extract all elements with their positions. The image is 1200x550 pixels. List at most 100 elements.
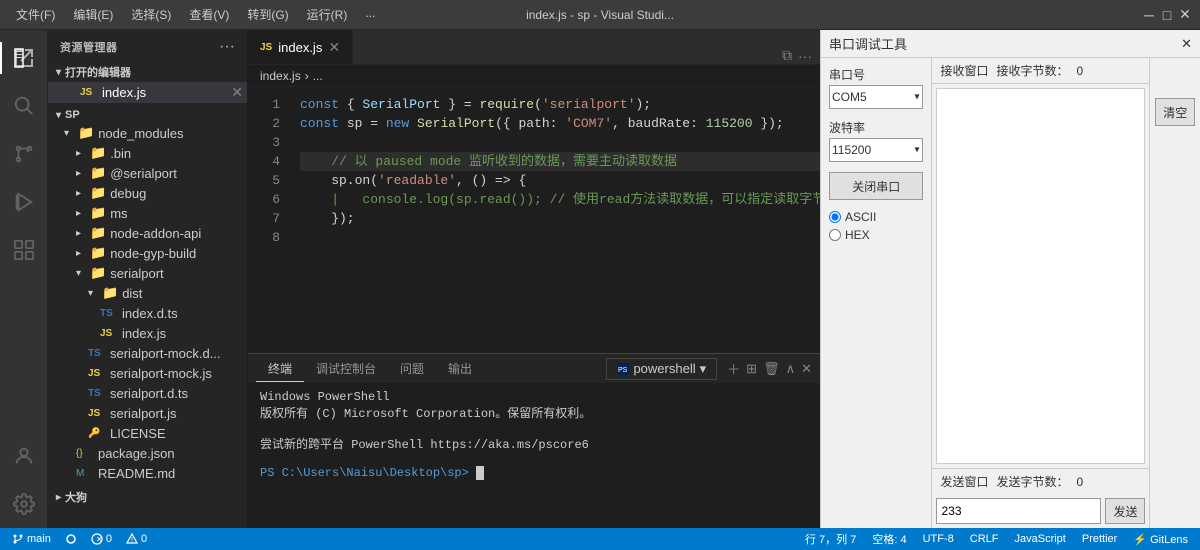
sidebar-item-node-modules[interactable]: ▾ 📁 node_modules [48,123,247,143]
close-port-button[interactable]: 关闭串口 [829,172,923,200]
code-content[interactable]: const { SerialPort } = require('serialpo… [288,87,820,353]
line-numbers: 1 2 3 4 5 6 7 8 [248,87,288,353]
account-icon[interactable] [0,432,48,480]
panel-tab-terminal[interactable]: 终端 [256,356,304,382]
sidebar-item-bin[interactable]: ▸ 📁 .bin [48,143,247,163]
search-icon[interactable] [0,82,48,130]
run-icon[interactable] [0,178,48,226]
status-spaces[interactable]: 空格: 4 [868,531,910,547]
hex-radio[interactable] [829,229,841,241]
port-select[interactable]: COM5 COM1 COM2 COM3 COM4 COM6 COM7 [829,85,923,109]
menu-view[interactable]: 查看(V) [181,4,237,25]
menu-goto[interactable]: 转到(G) [239,4,296,25]
sidebar-item-node-gyp-build[interactable]: ▸ 📁 node-gyp-build [48,243,247,263]
status-prettier[interactable]: Prettier [1078,533,1121,545]
more-actions-button[interactable]: ··· [798,48,812,64]
sidebar-item-dist-index-js[interactable]: JS index.js [48,323,247,343]
send-label: 发送窗口 [940,473,988,490]
sidebar-item-debug[interactable]: ▸ 📁 debug [48,183,247,203]
terminal-prompt-line[interactable]: PS C:\Users\Naisu\Desktop\sp> [260,466,808,480]
menu-run[interactable]: 运行(R) [299,4,356,25]
status-cursor[interactable]: 行 7，列 7 [801,531,860,547]
status-encoding[interactable]: UTF-8 [919,533,958,545]
sidebar-item-sp-d-ts[interactable]: TS serialport.d.ts [48,383,247,403]
sidebar-item-node-addon-api[interactable]: ▸ 📁 node-addon-api [48,223,247,243]
ascii-radio-label[interactable]: ASCII [829,210,923,224]
folder-icon: 📁 [90,265,106,281]
close-button[interactable]: ✕ [1178,8,1192,22]
explorer-icon[interactable] [0,34,48,82]
sp-header[interactable]: ▾ SP [48,107,247,123]
folder-arrow: ▾ [76,268,88,279]
hex-radio-label[interactable]: HEX [829,228,923,242]
open-editors-header[interactable]: ▾ 打开的编辑器 [48,62,247,82]
split-terminal-button[interactable]: ⊞ [746,361,757,377]
maximize-panel-button[interactable]: ∧ [786,361,796,377]
sidebar-item-serialport-scope[interactable]: ▸ 📁 @serialport [48,163,247,183]
status-errors[interactable]: ✕ 0 [87,533,116,545]
menu-select[interactable]: 选择(S) [123,4,179,25]
sidebar-item-sp-js[interactable]: JS serialport.js [48,403,247,423]
terminal-cursor [476,466,484,480]
sidebar-item-ms[interactable]: ▸ 📁 ms [48,203,247,223]
tab-close-button[interactable]: ✕ [328,39,340,56]
sidebar-item-license[interactable]: 🔑 LICENSE [48,423,247,443]
close-panel-button[interactable]: ✕ [801,361,812,377]
menu-edit[interactable]: 编辑(E) [65,4,121,25]
ascii-radio[interactable] [829,211,841,223]
receive-area[interactable] [936,88,1145,464]
status-gitlens[interactable]: ⚡ GitLens [1129,533,1192,546]
status-eol[interactable]: CRLF [966,533,1003,545]
add-terminal-button[interactable]: ＋ [727,359,740,378]
minimize-button[interactable]: ─ [1142,8,1156,22]
code-editor[interactable]: 1 2 3 4 5 6 7 8 const { SerialPort } = r… [248,87,820,353]
delete-terminal-button[interactable]: 🗑 [763,361,780,377]
shell-selector[interactable]: PS powershell ▾ [606,358,717,380]
status-language[interactable]: JavaScript [1011,533,1070,545]
panel-tab-output[interactable]: 输出 [436,356,484,381]
sidebar-item-package-json[interactable]: {} package.json [48,443,247,463]
folder-label: dist [122,286,142,301]
ts-file-icon: TS [88,345,106,361]
open-editor-index-js[interactable]: JS index.js ✕ [48,82,247,103]
open-editors-label: 打开的编辑器 [65,64,131,80]
sidebar-more-button[interactable]: ··· [219,38,235,56]
editor-tab-index-js[interactable]: JS index.js ✕ [248,30,353,64]
send-input[interactable] [936,498,1101,524]
maximize-button[interactable]: □ [1160,8,1174,22]
split-editor-button[interactable]: ⧉ [782,47,792,64]
serial-panel-close[interactable]: ✕ [1181,36,1192,52]
menu-file[interactable]: 文件(F) [8,4,63,25]
folder-label: debug [110,186,146,201]
folder-icon: 📁 [90,205,106,221]
extensions-icon[interactable] [0,226,48,274]
panel-tab-problems[interactable]: 问题 [388,356,436,381]
code-line-7: }); [300,209,820,228]
panel-tab-debug-console[interactable]: 调试控制台 [304,356,388,381]
terminal-line-3 [260,421,808,435]
terminal-content[interactable]: Windows PowerShell 版权所有 (C) Microsoft Co… [248,384,820,528]
status-sync[interactable] [61,533,81,545]
menu-more[interactable]: ... [357,4,383,25]
baud-section: 波特率 115200 9600 19200 38400 57600 230400 [829,119,923,162]
sidebar-item-sp-mock-d-ts[interactable]: TS serialport-mock.d... [48,343,247,363]
sidebar-item-serialport[interactable]: ▾ 📁 serialport [48,263,247,283]
dagou-header[interactable]: ▸ 大狗 [48,487,247,507]
baud-select[interactable]: 115200 9600 19200 38400 57600 230400 [829,138,923,162]
sidebar-item-readme[interactable]: M README.md [48,463,247,483]
breadcrumb-item[interactable]: ... [313,69,323,83]
sidebar-item-index-d-ts[interactable]: TS index.d.ts [48,303,247,323]
breadcrumb-sep: › [305,69,309,83]
clear-button[interactable]: 清空 [1155,98,1195,126]
status-branch[interactable]: main [8,533,55,545]
status-bar: main ✕ 0 ! 0 行 7，列 7 空格: 4 UTF-8 CRLF Ja… [0,528,1200,550]
breadcrumb-file[interactable]: index.js [260,69,301,83]
sidebar-item-dist[interactable]: ▾ 📁 dist [48,283,247,303]
send-button[interactable]: 发送 [1105,498,1145,524]
source-control-icon[interactable] [0,130,48,178]
settings-icon[interactable] [0,480,48,528]
folder-label: node-addon-api [110,226,201,241]
close-editor-button[interactable]: ✕ [231,84,243,101]
status-warnings[interactable]: ! 0 [122,533,151,545]
sidebar-item-sp-mock-js[interactable]: JS serialport-mock.js [48,363,247,383]
